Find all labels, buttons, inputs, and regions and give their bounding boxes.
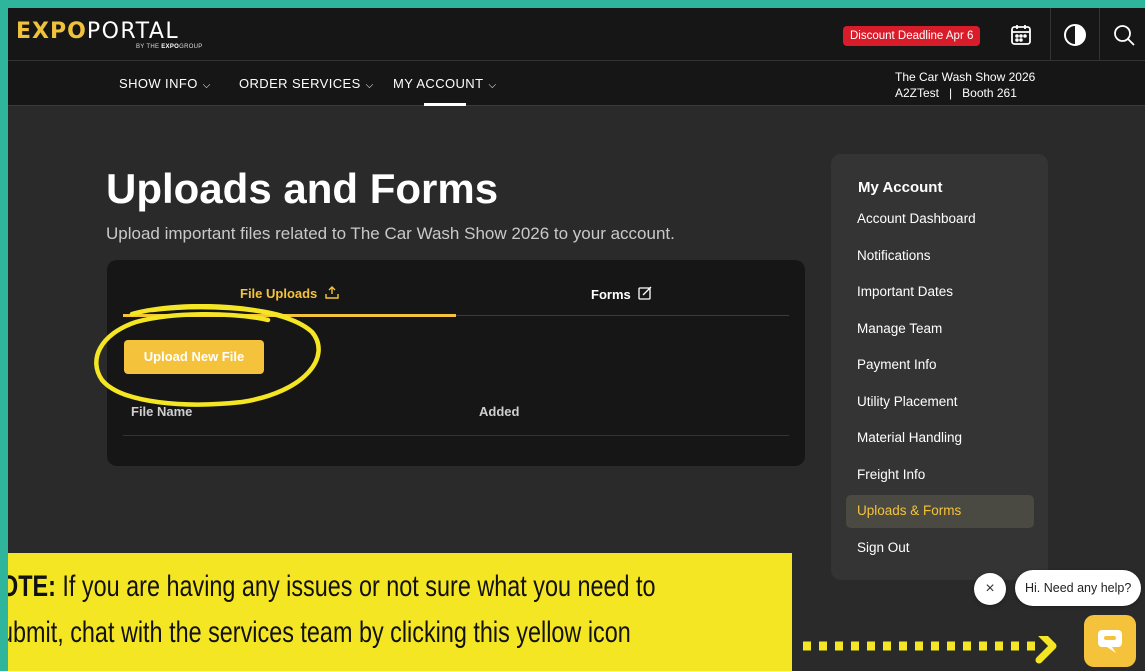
tab-file-uploads[interactable]: File Uploads	[240, 286, 339, 301]
column-header-added[interactable]: Added	[479, 404, 519, 419]
logo-byline: BY THE EXPOGROUP	[136, 44, 203, 50]
sidebar-item-payment-info[interactable]: Payment Info	[857, 357, 937, 372]
dotted-arrow-annotation	[803, 636, 1057, 664]
company-booth: A2ZTest | Booth 261	[895, 85, 1035, 101]
logo-sub-suffix: GROUP	[179, 44, 203, 50]
logo-sub-brand: EXPO	[161, 44, 180, 50]
discount-deadline-badge[interactable]: Discount Deadline Apr 6	[843, 26, 981, 46]
sidebar-item-account-dashboard[interactable]: Account Dashboard	[857, 211, 976, 226]
calendar-button[interactable]	[997, 8, 1045, 61]
logo-sub-prefix: BY THE	[136, 44, 160, 50]
sidebar-item-notifications[interactable]: Notifications	[857, 248, 931, 263]
upload-icon	[325, 286, 339, 299]
top-bar: EXPOPORTAL BY THE EXPOGROUP Discount Dea…	[8, 8, 1145, 61]
nav-order-services[interactable]: ORDER SERVICES ⌵	[239, 76, 374, 91]
account-sidebar: My Account Account Dashboard Notificatio…	[831, 154, 1048, 580]
sidebar-item-material-handling[interactable]: Material Handling	[857, 430, 962, 445]
separator: |	[949, 86, 953, 100]
note-line-1: OTE: If you are having any issues or not…	[8, 564, 780, 610]
table-divider	[123, 435, 789, 436]
booth-number: Booth 261	[962, 86, 1017, 100]
edit-icon	[638, 286, 652, 300]
sidebar-item-manage-team[interactable]: Manage Team	[857, 321, 942, 336]
logo-portal: PORTAL	[86, 19, 180, 44]
chat-close-button[interactable]: ×	[974, 573, 1006, 605]
company-name: A2ZTest	[895, 86, 940, 100]
show-name: The Car Wash Show 2026	[895, 70, 1036, 84]
nav-active-indicator	[424, 103, 466, 106]
page-subtitle: Upload important files related to The Ca…	[106, 224, 675, 243]
sidebar-item-utility-placement[interactable]: Utility Placement	[857, 394, 958, 409]
calendar-icon	[1011, 24, 1031, 45]
logo-wordmark: EXPOPORTAL	[16, 20, 179, 44]
main-nav: SHOW INFO ⌵ ORDER SERVICES ⌵ MY ACCOUNT ⌵ T…	[8, 61, 1145, 106]
tab-forms[interactable]: Forms	[591, 286, 652, 302]
note-banner: OTE: If you are having any issues or not…	[8, 553, 792, 671]
theme-toggle-icon	[1063, 23, 1086, 46]
chat-icon	[1098, 630, 1122, 653]
sidebar-title: My Account	[858, 179, 943, 196]
page-title: Uploads and Forms	[106, 165, 499, 212]
chat-launcher-button[interactable]	[1084, 615, 1136, 667]
uploads-card: File Uploads Forms Upload New File File …	[107, 260, 805, 466]
tab-active-indicator	[123, 314, 456, 317]
chat-greeting-bubble[interactable]: Hi. Need any help?	[1015, 570, 1142, 606]
note-line-2: ubmit, chat with the services team by cl…	[8, 616, 631, 649]
column-header-file-name[interactable]: File Name	[131, 404, 192, 419]
nav-label: MY ACCOUNT	[393, 76, 484, 91]
search-button[interactable]	[1099, 8, 1145, 61]
nav-label: SHOW INFO	[119, 76, 198, 91]
sidebar-item-sign-out[interactable]: Sign Out	[857, 540, 910, 555]
app-frame: EXPOPORTAL BY THE EXPOGROUP Discount Dea…	[8, 8, 1145, 671]
sidebar-item-uploads-forms[interactable]: Uploads & Forms	[857, 503, 961, 518]
logo-expo: EXPO	[16, 19, 87, 44]
tab-label: File Uploads	[240, 286, 318, 301]
note-label: OTE:	[8, 570, 56, 603]
upload-new-file-button[interactable]: Upload New File	[124, 340, 264, 374]
sidebar-item-freight-info[interactable]: Freight Info	[857, 467, 925, 482]
tab-label: Forms	[591, 287, 631, 302]
chevron-down-icon: ⌵	[488, 80, 497, 91]
sidebar-item-important-dates[interactable]: Important Dates	[857, 284, 953, 299]
nav-my-account[interactable]: MY ACCOUNT ⌵	[393, 76, 496, 91]
nav-show-info[interactable]: SHOW INFO ⌵	[119, 76, 211, 91]
nav-label: ORDER SERVICES	[239, 76, 361, 91]
chevron-down-icon: ⌵	[365, 80, 374, 91]
expo-portal-logo[interactable]: EXPOPORTAL BY THE EXPOGROUP	[16, 20, 202, 51]
search-icon	[1113, 24, 1135, 46]
theme-toggle-button[interactable]	[1050, 8, 1098, 61]
show-info: The Car Wash Show 2026 A2ZTest | Booth 2…	[895, 69, 1035, 101]
chevron-down-icon: ⌵	[202, 80, 211, 91]
note-text-1: If you are having any issues or not sure…	[55, 570, 656, 603]
